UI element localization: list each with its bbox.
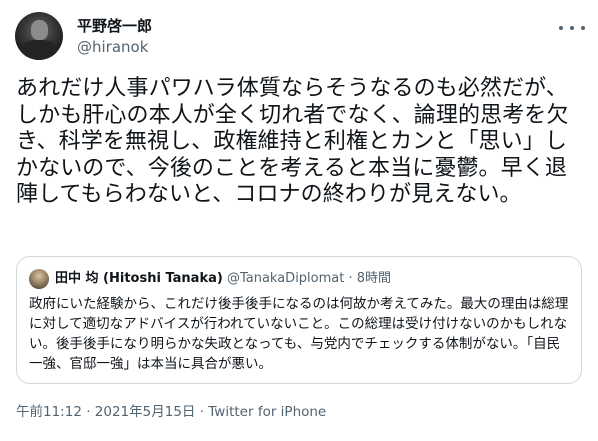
- avatar-face: [31, 20, 48, 40]
- quoted-author-name: 田中 均 (Hitoshi Tanaka): [55, 271, 223, 286]
- quoted-tweet[interactable]: 田中 均 (Hitoshi Tanaka) @TanakaDiplomat · …: [16, 256, 582, 384]
- author-name[interactable]: 平野啓一郎: [77, 16, 152, 36]
- more-dot: [559, 26, 563, 30]
- quoted-author-handle: @TanakaDiplomat: [226, 271, 345, 286]
- tweet-text: あれだけ人事パワハラ体質ならそうなるのも必然だが、しかも肝心の本人が全く切れ者で…: [16, 76, 569, 207]
- quoted-author-avatar: [29, 269, 49, 289]
- tweet-header: 平野啓一郎 @hiranok: [15, 12, 585, 62]
- footer-separator: ·: [195, 404, 209, 420]
- tweet-source[interactable]: Twitter for iPhone: [208, 404, 326, 420]
- more-horizontal-icon[interactable]: [559, 20, 585, 36]
- avatar-body: [21, 40, 57, 60]
- tweet-footer: 午前11:12 · 2021年5月15日 · Twitter for iPhon…: [16, 403, 326, 421]
- tweet-date[interactable]: 2021年5月15日: [95, 404, 196, 420]
- author-handle[interactable]: @hiranok: [77, 38, 148, 56]
- quoted-tweet-time: 8時間: [356, 271, 392, 286]
- more-dot: [581, 26, 585, 30]
- quoted-meta-separator: ·: [344, 271, 357, 286]
- author-avatar[interactable]: [15, 12, 63, 60]
- quoted-tweet-header: 田中 均 (Hitoshi Tanaka) @TanakaDiplomat · …: [55, 269, 391, 289]
- footer-separator: ·: [81, 404, 95, 420]
- tweet: 平野啓一郎 @hiranok あれだけ人事パワハラ体質ならそうなるのも必然だが、…: [0, 0, 598, 441]
- more-dot: [570, 26, 574, 30]
- tweet-time[interactable]: 午前11:12: [16, 404, 82, 420]
- quoted-tweet-text: 政府にいた経験から、これだけ後手後手になるのは何故か考えてみた。最大の理由は総理…: [29, 296, 569, 372]
